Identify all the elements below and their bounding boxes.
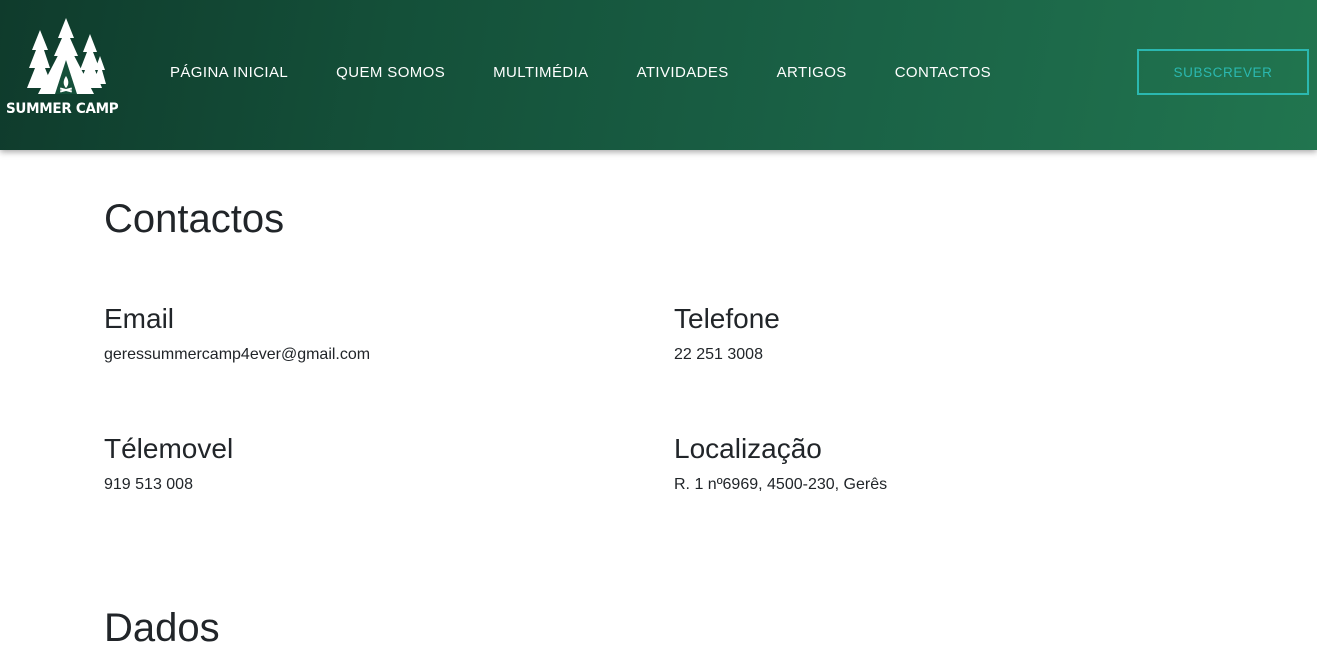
contact-location: Localização R. 1 nº6969, 4500-230, Gerês [674,433,887,494]
contact-email: Email geressummercamp4ever@gmail.com [104,303,370,364]
email-value: geressummercamp4ever@gmail.com [104,346,371,363]
page-title: Contactos [104,197,285,241]
nav-item-multimedia[interactable]: MULTIMÉDIA [493,64,588,81]
nav-item-contactos[interactable]: CONTACTOS [895,64,991,81]
tent-and-pine-trees-icon [27,18,106,94]
contact-phone: Telefone 22 251 3008 [674,303,780,364]
site-header: SUMMER CAMP PÁGINA INICIAL QUEM SOMOS MU… [0,0,1317,150]
contact-mobile: Télemovel 919 513 008 [104,433,233,494]
location-value: R. 1 nº6969, 4500-230, Gerês [674,476,888,493]
brand-logo[interactable]: SUMMER CAMP [4,16,128,122]
mobile-value: 919 513 008 [104,476,193,493]
section-title-dados: Dados [104,606,220,650]
main-nav: PÁGINA INICIAL QUEM SOMOS MULTIMÉDIA ATI… [170,64,991,81]
nav-item-pagina-inicial[interactable]: PÁGINA INICIAL [170,64,288,81]
phone-value: 22 251 3008 [674,346,763,363]
nav-item-atividades[interactable]: ATIVIDADES [637,64,729,81]
nav-item-quem-somos[interactable]: QUEM SOMOS [336,64,445,81]
mobile-heading: Télemovel [104,433,234,464]
subscribe-button[interactable]: SUBSCREVER [1137,49,1309,95]
location-heading: Localização [674,433,822,464]
brand-name: SUMMER CAMP [6,101,119,117]
nav-item-artigos[interactable]: ARTIGOS [777,64,847,81]
phone-heading: Telefone [674,303,780,334]
email-heading: Email [104,303,175,334]
